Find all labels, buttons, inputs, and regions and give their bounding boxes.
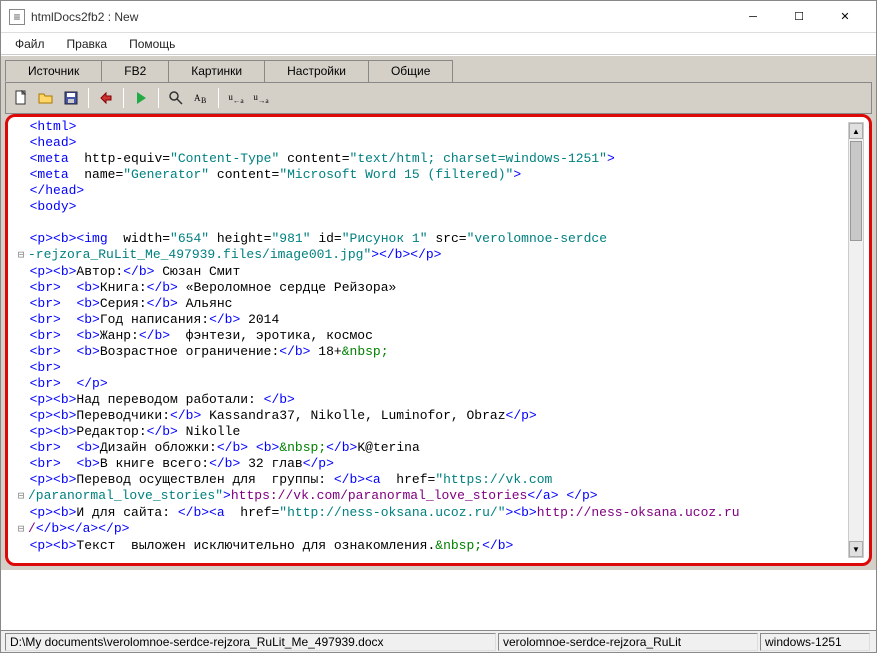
tab-settings[interactable]: Настройки bbox=[264, 60, 369, 82]
close-button[interactable]: ✕ bbox=[822, 2, 868, 32]
menu-edit[interactable]: Правка bbox=[57, 35, 118, 53]
svg-text:A: A bbox=[194, 93, 201, 103]
status-doc: verolomnoe-serdce-rejzora_RuLit bbox=[498, 633, 758, 651]
separator bbox=[218, 88, 219, 108]
source-editor[interactable]: <html> <head> <meta http-equiv="Content-… bbox=[8, 117, 869, 563]
tab-source[interactable]: Источник bbox=[5, 60, 102, 82]
new-file-button[interactable] bbox=[10, 87, 32, 109]
open-file-button[interactable] bbox=[35, 87, 57, 109]
app-icon: ≡ bbox=[9, 9, 25, 25]
source-editor-frame: <html> <head> <meta http-equiv="Content-… bbox=[5, 114, 872, 566]
tab-fb2[interactable]: FB2 bbox=[101, 60, 169, 82]
svg-text:B: B bbox=[201, 96, 206, 105]
vertical-scrollbar[interactable]: ▲ ▼ bbox=[848, 122, 864, 558]
scroll-thumb[interactable] bbox=[850, 141, 862, 241]
window-title: htmlDocs2fb2 : New bbox=[31, 10, 730, 24]
save-file-button[interactable] bbox=[60, 87, 82, 109]
ua-right-button[interactable]: u→a bbox=[250, 87, 272, 109]
menu-bar: Файл Правка Помощь bbox=[1, 33, 876, 55]
status-bar: D:\My documents\verolomnoe-serdce-rejzor… bbox=[1, 630, 876, 652]
run-button[interactable] bbox=[130, 87, 152, 109]
status-path: D:\My documents\verolomnoe-serdce-rejzor… bbox=[5, 633, 496, 651]
menu-help[interactable]: Помощь bbox=[119, 35, 185, 53]
separator bbox=[123, 88, 124, 108]
menu-file[interactable]: Файл bbox=[5, 35, 55, 53]
convert-button[interactable] bbox=[95, 87, 117, 109]
ua-left-button[interactable]: u←a bbox=[225, 87, 247, 109]
maximize-button[interactable]: ☐ bbox=[776, 2, 822, 32]
tab-common[interactable]: Общие bbox=[368, 60, 453, 82]
titlebar: ≡ htmlDocs2fb2 : New ─ ☐ ✕ bbox=[1, 1, 876, 33]
work-area: Источник FB2 Картинки Настройки Общие AB… bbox=[1, 55, 876, 570]
scroll-down-button[interactable]: ▼ bbox=[849, 541, 863, 557]
scroll-up-button[interactable]: ▲ bbox=[849, 123, 863, 139]
separator bbox=[88, 88, 89, 108]
separator bbox=[158, 88, 159, 108]
tab-bar: Источник FB2 Картинки Настройки Общие bbox=[5, 60, 872, 82]
tab-pictures[interactable]: Картинки bbox=[168, 60, 265, 82]
minimize-button[interactable]: ─ bbox=[730, 2, 776, 32]
replace-button[interactable]: AB bbox=[190, 87, 212, 109]
find-button[interactable] bbox=[165, 87, 187, 109]
status-encoding: windows-1251 bbox=[760, 633, 870, 651]
toolbar: AB u←a u→a bbox=[5, 82, 872, 114]
window-controls: ─ ☐ ✕ bbox=[730, 2, 868, 32]
